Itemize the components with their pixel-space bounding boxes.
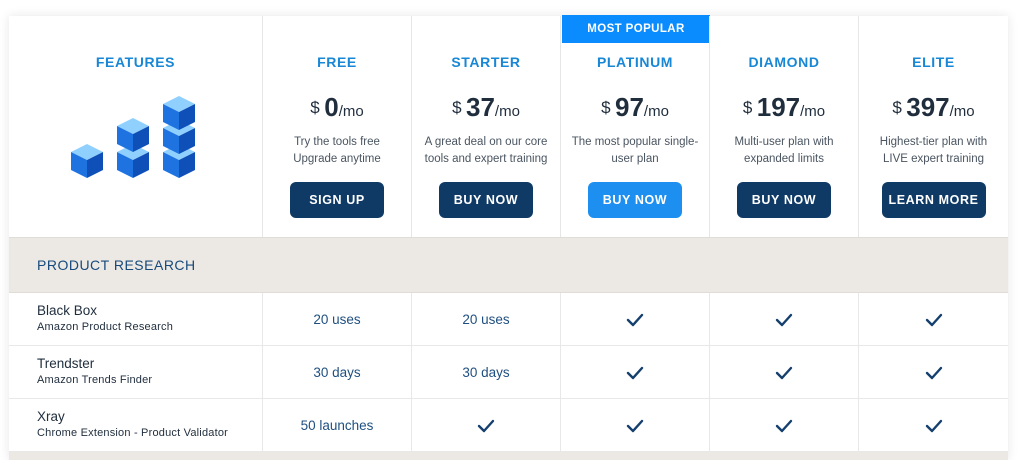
table-row: Trendster Amazon Trends Finder 30 days 3…: [9, 346, 1008, 399]
section-header-product-research: PRODUCT RESEARCH: [9, 237, 1008, 293]
plan-price: $ 37/mo: [452, 92, 520, 122]
feature-subtitle: Amazon Product Research: [37, 321, 174, 333]
features-title: FEATURES: [95, 54, 176, 70]
check-icon: [710, 399, 859, 452]
plan-description: Try the tools free Upgrade anytime: [293, 136, 381, 165]
plan-description: Multi-user plan with expanded limits: [734, 136, 834, 165]
pricing-header-row: FEATURES FREE $ 0/mo Try the tools free …: [9, 16, 1008, 237]
feature-subtitle: Amazon Trends Finder: [37, 374, 153, 386]
plan-description: The most popular single- user plan: [571, 136, 699, 165]
plan-elite: ELITE $ 397/mo Highest-tier plan with LI…: [859, 16, 1008, 237]
features-header-cell: FEATURES: [9, 16, 263, 237]
feature-name: Xray: [37, 409, 65, 424]
feature-value: 30 days: [263, 346, 412, 399]
feature-name-cell: Trendster Amazon Trends Finder: [9, 346, 263, 399]
feature-name: Black Box: [37, 303, 98, 318]
plan-starter: STARTER $ 37/mo A great deal on our core…: [412, 16, 561, 237]
plan-name: DIAMOND: [748, 54, 820, 70]
plan-name: PLATINUM: [596, 54, 674, 70]
plan-free: FREE $ 0/mo Try the tools free Upgrade a…: [263, 16, 412, 237]
buy-now-button[interactable]: BUY NOW: [588, 182, 682, 218]
feature-value: 20 uses: [263, 293, 412, 346]
stacked-cubes-icon: [71, 96, 195, 178]
plan-price: $ 197/mo: [742, 92, 826, 122]
plan-name: FREE: [317, 54, 357, 70]
buy-now-button[interactable]: BUY NOW: [439, 182, 533, 218]
plan-name: STARTER: [451, 54, 521, 70]
feature-name: Trendster: [37, 356, 95, 371]
check-icon: [859, 293, 1008, 346]
buy-now-button[interactable]: BUY NOW: [737, 182, 831, 218]
sign-up-button[interactable]: SIGN UP: [290, 182, 384, 218]
check-icon: [710, 293, 859, 346]
feature-value: 20 uses: [412, 293, 561, 346]
section-footer-band: [9, 452, 1008, 460]
plan-description: Highest-tier plan with LIVE expert train…: [879, 136, 988, 165]
plan-price: $ 97/mo: [601, 92, 669, 122]
plan-diamond: DIAMOND $ 197/mo Multi-user plan with ex…: [710, 16, 859, 237]
pricing-table: MOST POPULAR FEATURES FREE $ 0/mo Try th…: [9, 15, 1008, 460]
check-icon: [412, 399, 561, 452]
plan-name: ELITE: [912, 54, 955, 70]
feature-name-cell: Xray Chrome Extension - Product Validato…: [9, 399, 263, 452]
learn-more-button[interactable]: LEARN MORE: [881, 182, 986, 218]
feature-value: 50 launches: [263, 399, 412, 452]
table-row: Xray Chrome Extension - Product Validato…: [9, 399, 1008, 452]
plan-description: A great deal on our core tools and exper…: [424, 136, 548, 165]
plan-platinum: PLATINUM $ 97/mo The most popular single…: [561, 16, 710, 237]
check-icon: [561, 399, 710, 452]
feature-subtitle: Chrome Extension - Product Validator: [37, 427, 229, 439]
plan-price: $ 397/mo: [892, 92, 975, 122]
table-row: Black Box Amazon Product Research 20 use…: [9, 293, 1008, 346]
section-title: PRODUCT RESEARCH: [37, 257, 196, 273]
feature-name-cell: Black Box Amazon Product Research: [9, 293, 263, 346]
check-icon: [859, 399, 1008, 452]
feature-value: 30 days: [412, 346, 561, 399]
check-icon: [710, 346, 859, 399]
check-icon: [561, 346, 710, 399]
plan-price: $ 0/mo: [310, 92, 364, 122]
check-icon: [859, 346, 1008, 399]
check-icon: [561, 293, 710, 346]
